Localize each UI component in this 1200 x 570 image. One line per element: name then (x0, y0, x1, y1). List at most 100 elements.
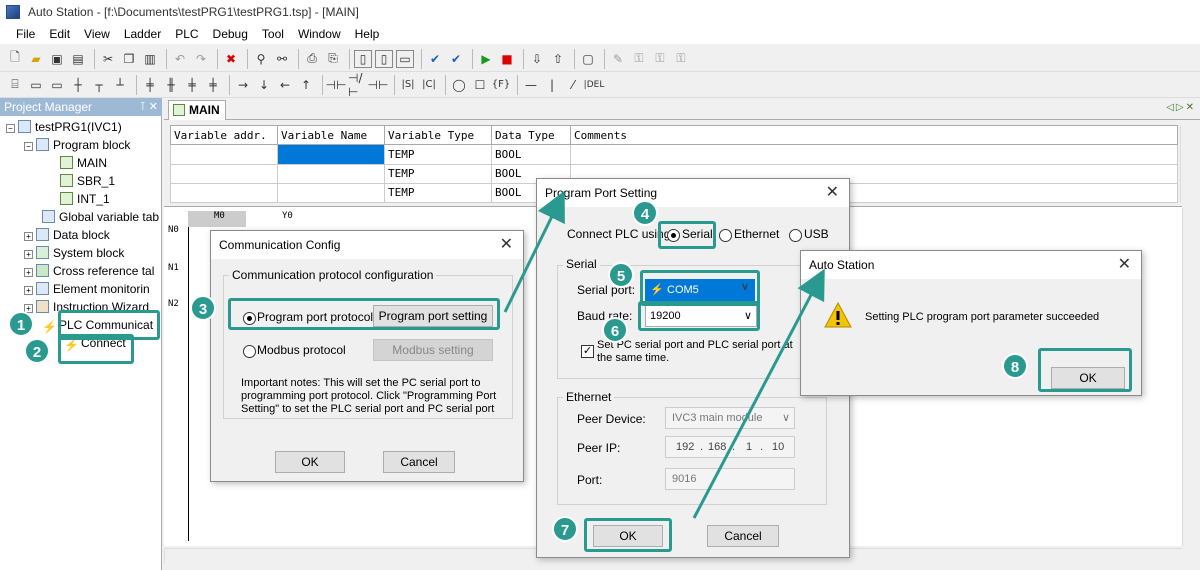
tree-program-block[interactable]: − Program block (24, 136, 130, 154)
modbus-radio[interactable] (243, 345, 256, 358)
cross-icon[interactable]: ┼ (69, 76, 87, 94)
col-data-type[interactable]: Data Type (491, 124, 571, 146)
branch3-icon[interactable]: ╪ (183, 76, 201, 94)
tree-system-block[interactable]: + System block (24, 244, 124, 262)
tree-global-var[interactable]: Global variable tab (42, 208, 159, 226)
usb-radio[interactable] (789, 229, 802, 242)
arrow-right-icon[interactable]: → (234, 76, 252, 94)
menu-help[interactable]: Help (355, 27, 380, 41)
tree-int[interactable]: INT_1 (60, 190, 110, 208)
up-wire-icon[interactable]: ┴ (111, 76, 129, 94)
branch4-icon[interactable]: ╪ (204, 76, 222, 94)
set-icon[interactable]: |S| (399, 76, 417, 94)
menu-edit[interactable]: Edit (49, 27, 70, 41)
print-icon[interactable]: ⎘ (324, 50, 342, 68)
new-file-icon[interactable]: 🗋 (6, 50, 24, 68)
down-wire-icon[interactable]: ┬ (90, 76, 108, 94)
compile-all-icon[interactable]: ✔ (447, 50, 465, 68)
box-icon[interactable]: ▭ (27, 76, 45, 94)
hline-icon[interactable]: — (522, 76, 540, 94)
close-icon[interactable]: ✕ (500, 231, 513, 259)
menu-debug[interactable]: Debug (213, 27, 248, 41)
cut-icon[interactable]: ✂ (99, 50, 117, 68)
arrow-down-icon[interactable]: ↓ (255, 76, 273, 94)
box-func-icon[interactable]: ☐ (471, 76, 489, 94)
tree-cross-ref[interactable]: + Cross reference tal (24, 262, 154, 280)
tree-main[interactable]: MAIN (60, 154, 107, 172)
run-icon[interactable]: ▶ (477, 50, 495, 68)
replace-icon[interactable]: ⚯ (273, 50, 291, 68)
download-icon[interactable]: ⇩ (528, 50, 546, 68)
sync-checkbox[interactable]: ✓ (581, 345, 594, 358)
contact-no-icon[interactable]: ⊣⊢ (326, 76, 347, 94)
tab-main[interactable]: MAIN (168, 100, 226, 120)
col-variable-name[interactable]: Variable Name (277, 124, 385, 146)
undo-icon[interactable]: ↶ (171, 50, 189, 68)
lock-icon[interactable]: ⚿ (630, 50, 648, 68)
data-block-icon (36, 228, 49, 241)
stop-icon[interactable]: ■ (498, 50, 516, 68)
open-folder-icon[interactable]: ▰ (27, 50, 45, 68)
col-variable-addr[interactable]: Variable addr. (170, 124, 278, 146)
modbus-setting-button[interactable]: Modbus setting (373, 339, 493, 361)
tree-data-block[interactable]: + Data block (24, 226, 110, 244)
func-icon[interactable]: {F} (492, 76, 510, 94)
tree-root[interactable]: − testPRG1(IVC1) (6, 118, 122, 136)
tree-element-mon[interactable]: + Element monitorin (24, 280, 150, 298)
menu-ladder[interactable]: Ladder (124, 27, 161, 41)
close-icon[interactable]: ✕ (1118, 251, 1131, 279)
table-row[interactable]: TEMP BOOL (170, 144, 1178, 165)
redo-icon[interactable]: ↷ (192, 50, 210, 68)
menu-tool[interactable]: Tool (262, 27, 284, 41)
peer-device-select[interactable]: IVC3 main module ∨ (665, 407, 795, 429)
vline-icon[interactable]: | (543, 76, 561, 94)
project-manager-header: Project Manager ⊺ ✕ (0, 98, 162, 116)
edit-lock-icon[interactable]: ✎ (609, 50, 627, 68)
menu-plc[interactable]: PLC (175, 27, 198, 41)
contact-p-icon[interactable]: ⊣⊢ (368, 76, 389, 94)
upload-icon[interactable]: ⇧ (549, 50, 567, 68)
coil-icon[interactable]: ◯ (450, 76, 468, 94)
mode-icon[interactable]: ⌸ (6, 76, 24, 94)
peer-ip-field[interactable]: 192. 168. 1. 10 (665, 436, 795, 458)
pin-close-icons[interactable]: ⊺ ✕ (140, 98, 158, 116)
contact-nc-icon[interactable]: ⊣/⊢ (348, 71, 366, 99)
port-field[interactable]: 9016 (665, 468, 795, 490)
col-variable-type[interactable]: Variable Type (384, 124, 492, 146)
tree-sbr[interactable]: SBR_1 (60, 172, 115, 190)
compile-icon[interactable]: ✔ (426, 50, 444, 68)
monitor-icon[interactable]: ▢ (579, 50, 597, 68)
copy-icon[interactable]: ❐ (120, 50, 138, 68)
view-il-icon[interactable]: ▯ (375, 49, 393, 68)
ladder-vscrollbar[interactable] (1182, 208, 1198, 546)
ethernet-radio[interactable] (719, 229, 732, 242)
port-cancel-button[interactable]: Cancel (707, 525, 779, 547)
save-all-icon[interactable]: ▤ (69, 50, 87, 68)
tab-nav-arrows[interactable]: ◁▷✕ (1166, 102, 1196, 113)
paste-icon[interactable]: ▥ (141, 50, 159, 68)
menu-window[interactable]: Window (298, 27, 341, 41)
lock2-icon[interactable]: ⚿ (651, 50, 669, 68)
delete-icon[interactable]: ✖ (222, 50, 240, 68)
comm-ok-button[interactable]: OK (275, 451, 345, 473)
branch-icon[interactable]: ╪ (141, 76, 159, 94)
arrow-left-icon[interactable]: ← (276, 76, 294, 94)
del-icon[interactable]: |DEL (584, 76, 605, 94)
branch2-icon[interactable]: ╫ (162, 76, 180, 94)
menu-file[interactable]: File (16, 27, 35, 41)
col-comments[interactable]: Comments (570, 124, 1178, 146)
close-icon[interactable]: ✕ (826, 179, 839, 207)
coil-c-icon[interactable]: |C| (420, 76, 438, 94)
print-preview-icon[interactable]: ⎙ (303, 50, 321, 68)
diag-icon[interactable]: ⁄ (564, 76, 582, 94)
lock3-icon[interactable]: ⚿ (672, 50, 690, 68)
table-scrollbar[interactable] (1180, 125, 1196, 203)
comm-cancel-button[interactable]: Cancel (383, 451, 455, 473)
rect-icon[interactable]: ▭ (48, 76, 66, 94)
save-icon[interactable]: ▣ (48, 50, 66, 68)
menu-view[interactable]: View (84, 27, 110, 41)
view-split-icon[interactable]: ▭ (396, 49, 414, 68)
view-ladder-icon[interactable]: ▯ (354, 49, 372, 68)
find-icon[interactable]: ⚲ (252, 50, 270, 68)
arrow-up-icon[interactable]: ↑ (297, 76, 315, 94)
